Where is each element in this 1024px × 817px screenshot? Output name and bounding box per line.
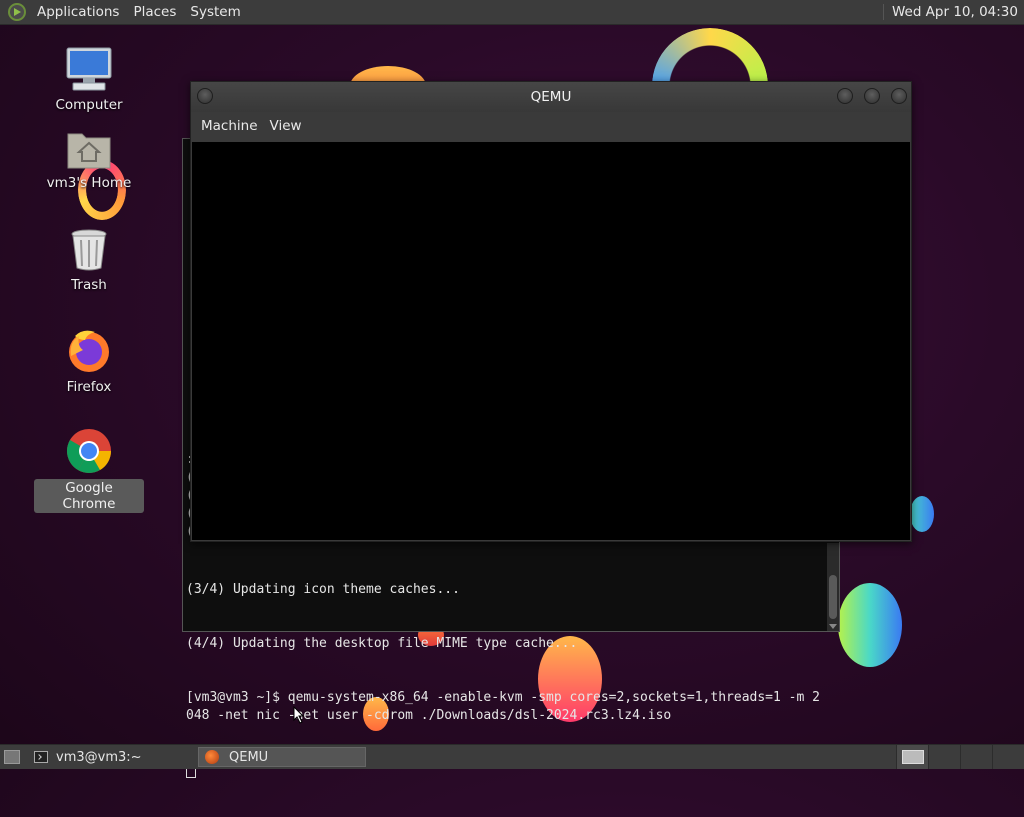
menu-view[interactable]: View xyxy=(264,118,308,134)
desktop-icon-computer[interactable]: Computer xyxy=(34,46,144,114)
workspace-switcher xyxy=(896,745,1024,769)
close-button[interactable] xyxy=(891,88,907,104)
desktop-icon-label: Computer xyxy=(55,97,123,113)
desktop-icon-home[interactable]: vm3's Home xyxy=(34,128,144,192)
workspace-4[interactable] xyxy=(992,745,1024,769)
taskbar-item-qemu[interactable]: QEMU xyxy=(198,747,366,767)
scrollbar-thumb[interactable] xyxy=(829,575,837,619)
desktop-icon-chrome[interactable]: Google Chrome xyxy=(34,427,144,513)
show-desktop-icon[interactable] xyxy=(4,750,20,764)
desktop-icon-label: Trash xyxy=(71,277,107,293)
qemu-icon xyxy=(205,750,219,764)
workspace-2[interactable] xyxy=(928,745,960,769)
workspace-1[interactable] xyxy=(896,745,928,769)
desktop-icon-label: Firefox xyxy=(66,379,112,395)
qemu-window[interactable]: QEMU Machine View xyxy=(190,81,912,542)
workspace-3[interactable] xyxy=(960,745,992,769)
desktop-icon-label: vm3's Home xyxy=(46,175,132,191)
trash-icon xyxy=(69,228,109,272)
workspace-window-thumbnail xyxy=(901,750,924,764)
desktop-icon-label: Google Chrome xyxy=(34,479,144,513)
wallpaper-blob-gradient-right xyxy=(838,583,902,667)
taskbar-item-label: vm3@vm3:~ xyxy=(56,749,142,765)
wallpaper-blob-blue-right xyxy=(910,496,934,532)
chrome-icon xyxy=(65,427,113,475)
computer-icon xyxy=(65,46,113,92)
menu-places[interactable]: Places xyxy=(126,0,183,24)
qemu-titlebar[interactable]: QEMU xyxy=(191,82,911,112)
maximize-button[interactable] xyxy=(864,88,880,104)
terminal-line: (3/4) Updating icon theme caches... xyxy=(186,582,460,597)
scroll-down-arrow-icon[interactable] xyxy=(829,624,837,629)
firefox-icon xyxy=(65,326,113,374)
distro-logo-icon[interactable] xyxy=(8,3,26,21)
home-folder-icon xyxy=(66,128,112,170)
terminal-icon xyxy=(34,751,48,763)
menu-applications[interactable]: Applications xyxy=(30,0,126,24)
top-menu: Applications Places System xyxy=(30,0,248,24)
terminal-scrollbar[interactable] xyxy=(827,543,839,631)
minimize-button[interactable] xyxy=(837,88,853,104)
desktop-icon-firefox[interactable]: Firefox xyxy=(34,326,144,396)
menu-machine[interactable]: Machine xyxy=(195,118,264,134)
terminal-output[interactable]: (3/4) Updating icon theme caches... (4/4… xyxy=(186,545,822,817)
taskbar-item-label: QEMU xyxy=(229,749,269,765)
bottom-panel: vm3@vm3:~ QEMU xyxy=(0,744,1024,769)
desktop-icon-trash[interactable]: Trash xyxy=(34,228,144,294)
terminal-line: [vm3@vm3 ~]$ qemu-system-x86_64 -enable-… xyxy=(186,690,820,723)
top-panel: Applications Places System Wed Apr 10, 0… xyxy=(0,0,1024,25)
taskbar-item-terminal[interactable]: vm3@vm3:~ xyxy=(28,747,192,767)
vm-display[interactable] xyxy=(192,142,910,540)
window-title: QEMU xyxy=(530,89,572,105)
panel-clock[interactable]: Wed Apr 10, 04:30 xyxy=(882,4,1024,20)
terminal-line: (4/4) Updating the desktop file MIME typ… xyxy=(186,636,578,651)
menu-system[interactable]: System xyxy=(183,0,247,24)
qemu-menubar: Machine View xyxy=(191,112,911,140)
